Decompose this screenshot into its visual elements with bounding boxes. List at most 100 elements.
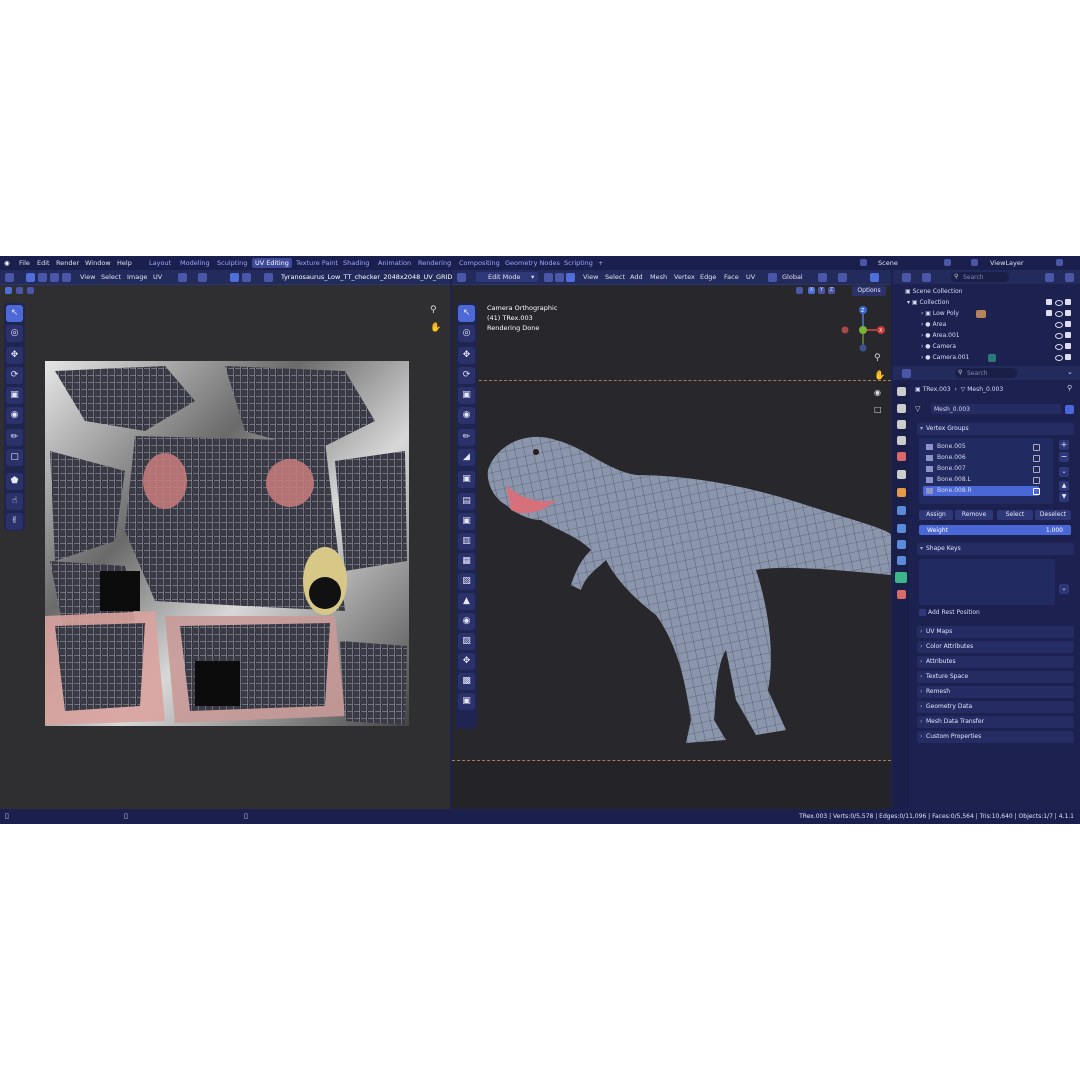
vp-menu-mesh[interactable]: Mesh <box>650 273 667 281</box>
loop-cut-tool-icon[interactable]: ▦ <box>458 553 475 570</box>
outliner-row-collection[interactable]: ▾ ▣ Collection <box>907 299 949 306</box>
camera-render-icon[interactable] <box>1065 332 1071 338</box>
vp-transform-tool-icon[interactable]: ◉ <box>458 407 475 424</box>
outliner-editor-type-icon[interactable] <box>902 273 911 282</box>
poly-build-tool-icon[interactable]: ▲ <box>458 593 475 610</box>
list-item[interactable]: Bone.007 <box>923 464 1039 474</box>
rip-tool-icon[interactable]: ▢ <box>6 449 23 466</box>
mesh-name-field[interactable]: Mesh_0.003 <box>931 404 1061 414</box>
physics-tab-icon[interactable] <box>897 540 906 549</box>
world-tab-icon[interactable] <box>897 470 906 479</box>
move-down-button[interactable]: ▼ <box>1059 492 1069 502</box>
pan-hand-icon[interactable]: ✋ <box>430 323 442 335</box>
lock-icon[interactable] <box>1033 444 1040 451</box>
menu-help[interactable]: Help <box>117 259 132 267</box>
vp-menu-vertex[interactable]: Vertex <box>674 273 695 281</box>
move-up-button[interactable]: ▲ <box>1059 481 1069 491</box>
tab-animation[interactable]: Animation <box>378 259 411 267</box>
vp-move-tool-icon[interactable]: ✥ <box>458 347 475 364</box>
deselect-button[interactable]: Deselect <box>1035 510 1071 520</box>
pivot-point-icon[interactable] <box>818 273 827 282</box>
add-cube-tool-icon[interactable]: ▣ <box>458 471 475 488</box>
uv-menu-view[interactable]: View <box>80 273 95 281</box>
uv-menu-select[interactable]: Select <box>101 273 121 281</box>
remove-vertex-group-button[interactable]: − <box>1059 452 1069 462</box>
tab-texture-paint[interactable]: Texture Paint <box>296 259 338 267</box>
vp-zoom-icon[interactable]: ⚲ <box>874 353 881 363</box>
tab-scripting[interactable]: Scripting <box>564 259 593 267</box>
viewport-editor-type-icon[interactable] <box>457 273 466 282</box>
vp-scale-tool-icon[interactable]: ▣ <box>458 387 475 404</box>
outliner-row-area[interactable]: › ● Area <box>921 321 946 328</box>
relax-tool-icon[interactable]: ☝ <box>6 493 23 510</box>
uv-select-subtract-icon[interactable] <box>27 287 34 294</box>
spin-tool-icon[interactable]: ◉ <box>458 613 475 630</box>
list-item[interactable]: Bone.006 <box>923 453 1039 463</box>
smooth-tool-icon[interactable]: ▨ <box>458 633 475 650</box>
add-vertex-group-button[interactable]: + <box>1059 440 1069 450</box>
sync-selection-icon[interactable] <box>26 273 35 282</box>
view-layer-field[interactable]: ViewLayer <box>990 259 1024 267</box>
camera-render-icon[interactable] <box>1065 354 1071 360</box>
panel-custom-properties[interactable]: › Custom Properties <box>917 731 1074 743</box>
outliner-row-camera[interactable]: › ● Camera <box>921 343 956 350</box>
knife-tool-icon[interactable]: ▧ <box>458 573 475 590</box>
blender-logo-icon[interactable]: ◉ <box>4 259 10 267</box>
outliner-row-low-poly[interactable]: › ▣ Low Poly <box>921 310 959 317</box>
collection-checkbox-icon[interactable] <box>1046 299 1052 305</box>
shrink-tool-icon[interactable]: ▩ <box>458 673 475 690</box>
list-item-selected[interactable]: Bone.008.R <box>923 486 1039 496</box>
add-rest-position-checkbox[interactable] <box>919 609 926 616</box>
scene-tab-icon[interactable] <box>897 452 906 461</box>
transform-tool-icon[interactable]: ◉ <box>6 407 23 424</box>
outliner-search-input[interactable]: ⚲ Search <box>951 272 1009 282</box>
uv-menu-uv[interactable]: UV <box>153 273 162 281</box>
rotate-tool-icon[interactable]: ⟳ <box>6 367 23 384</box>
image-browse-icon[interactable] <box>264 273 273 282</box>
panel-mesh-data-transfer[interactable]: › Mesh Data Transfer <box>917 716 1074 728</box>
panel-remesh[interactable]: › Remesh <box>917 686 1074 698</box>
vertex-select-icon[interactable] <box>38 273 47 282</box>
fake-user-icon[interactable] <box>1065 405 1074 414</box>
eye-icon[interactable] <box>1055 333 1063 339</box>
camera-view-icon[interactable]: ◉ <box>874 388 881 397</box>
object-tab-icon[interactable] <box>897 488 906 497</box>
options-dropdown[interactable]: Options <box>852 286 886 296</box>
mesh-data-tab-icon[interactable] <box>895 572 907 583</box>
tab-geometry-nodes[interactable]: Geometry Nodes <box>505 259 560 267</box>
lock-icon[interactable] <box>1033 488 1040 495</box>
uv-select-extend-icon[interactable] <box>16 287 23 294</box>
menu-window[interactable]: Window <box>85 259 111 267</box>
tab-layout[interactable]: Layout <box>149 259 171 267</box>
add-workspace-button[interactable]: + <box>598 259 603 267</box>
zoom-icon[interactable]: ⚲ <box>430 305 442 317</box>
vp-cursor-tool-icon[interactable]: ◎ <box>458 325 475 342</box>
tab-compositing[interactable]: Compositing <box>459 259 500 267</box>
face-mode-icon[interactable] <box>566 273 575 282</box>
navigation-gizmo[interactable]: Z X <box>836 303 890 357</box>
new-scene-icon[interactable] <box>944 259 951 266</box>
select-button[interactable]: Select <box>997 510 1033 520</box>
list-item[interactable]: Bone.005 <box>923 442 1039 452</box>
list-item[interactable]: Bone.008.L <box>923 475 1039 485</box>
edge-slide-tool-icon[interactable]: ✥ <box>458 653 475 670</box>
scale-tool-icon[interactable]: ▣ <box>6 387 23 404</box>
tab-uv-editing[interactable]: UV Editing <box>252 258 292 268</box>
tab-shading[interactable]: Shading <box>343 259 369 267</box>
low-poly-checkbox-icon[interactable] <box>1046 310 1052 316</box>
vp-menu-face[interactable]: Face <box>724 273 739 281</box>
vp-menu-edge[interactable]: Edge <box>700 273 716 281</box>
eye-icon[interactable] <box>1055 300 1063 306</box>
uv-texture-canvas[interactable] <box>45 361 409 726</box>
outliner-row-scene-collection[interactable]: ▣ Scene Collection <box>905 288 962 295</box>
orientation-dropdown[interactable]: Global <box>782 273 803 281</box>
editor-type-icon[interactable] <box>5 273 14 282</box>
tab-sculpting[interactable]: Sculpting <box>217 259 247 267</box>
mirror-icon[interactable] <box>796 287 803 294</box>
inset-tool-icon[interactable]: ▣ <box>458 513 475 530</box>
new-collection-icon[interactable] <box>1065 273 1074 282</box>
pin-icon[interactable]: ⚲ <box>1067 384 1072 392</box>
uv-select-mode-icon[interactable] <box>5 287 12 294</box>
vp-menu-add[interactable]: Add <box>630 273 643 281</box>
camera-render-icon[interactable] <box>1065 310 1071 316</box>
